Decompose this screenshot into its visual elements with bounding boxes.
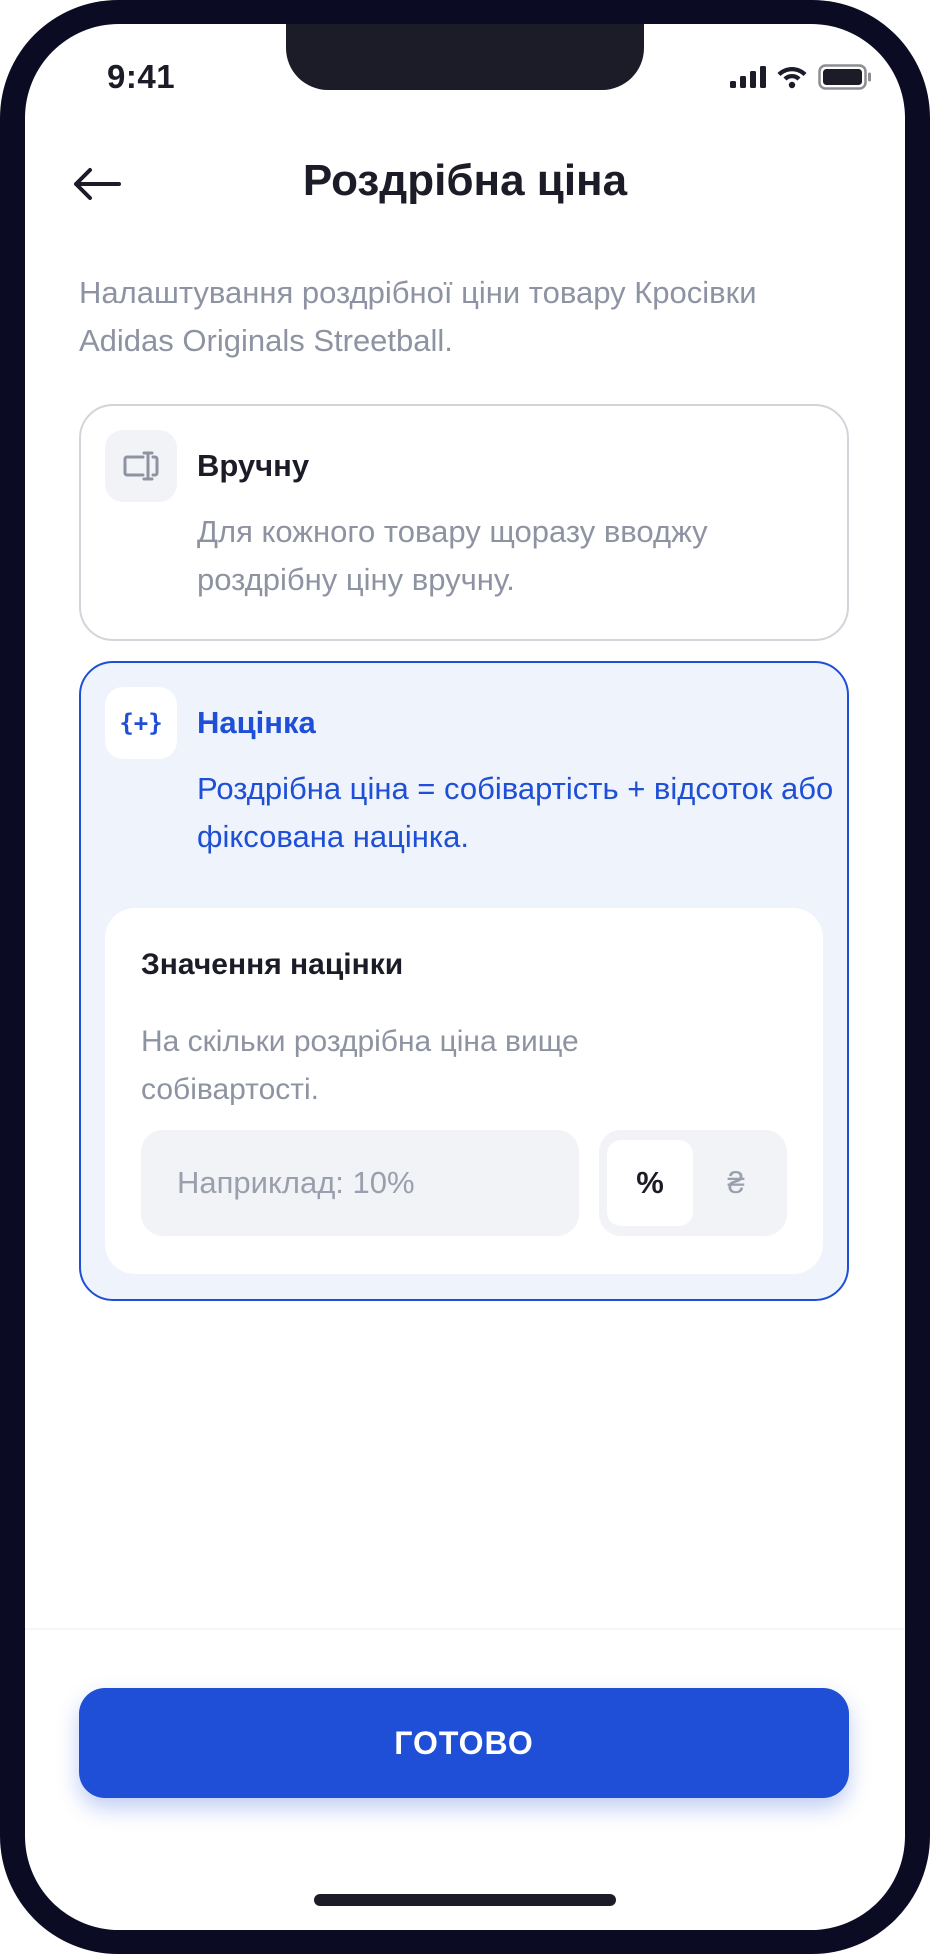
app-screen: 9:41 Роздрібна ціна Налаштування роздріб… [25,24,905,1930]
text-cursor-icon [123,451,159,481]
unit-toggle: % ₴ [599,1130,787,1236]
battery-icon [818,64,871,90]
plus-braces-icon: {+} [119,709,163,737]
option-markup[interactable]: {+} Націнка Роздрібна ціна = собівартіст… [79,661,849,1301]
markup-value-description: На скільки роздрібна ціна вище собіварто… [141,1025,579,1106]
signal-icon [730,66,766,88]
intro-text: Налаштування роздрібної ціни товару Крос… [79,275,757,358]
markup-value-input[interactable] [141,1130,579,1236]
device-frame: 9:41 Роздрібна ціна Налаштування роздріб… [0,0,930,1954]
markup-value-title: Значення націнки [141,948,404,981]
option-manual-title: Вручну [197,448,310,483]
option-markup-title: Націнка [197,705,316,740]
wifi-icon [777,67,807,89]
option-manual-icon-box [105,430,177,502]
home-indicator [314,1894,616,1906]
device-notch [286,24,644,90]
option-manual-description: Для кожного товару щоразу вводжу роздріб… [197,514,708,597]
status-icons [730,64,872,90]
page-title: Роздрібна ціна [302,156,628,205]
footer-divider [25,1628,905,1630]
status-time: 9:41 [107,58,176,95]
option-markup-icon-box: {+} [105,687,177,759]
option-manual[interactable]: Вручну Для кожного товару щоразу вводжу … [79,404,849,641]
done-button[interactable]: ГОТОВО [79,1688,849,1798]
option-markup-description: Роздрібна ціна = собівартість + відсоток… [197,771,834,854]
markup-value-panel: Значення націнки На скільки роздрібна ці… [105,908,823,1274]
unit-hryvnia-button[interactable]: ₴ [693,1140,779,1226]
unit-percent-button[interactable]: % [607,1140,693,1226]
